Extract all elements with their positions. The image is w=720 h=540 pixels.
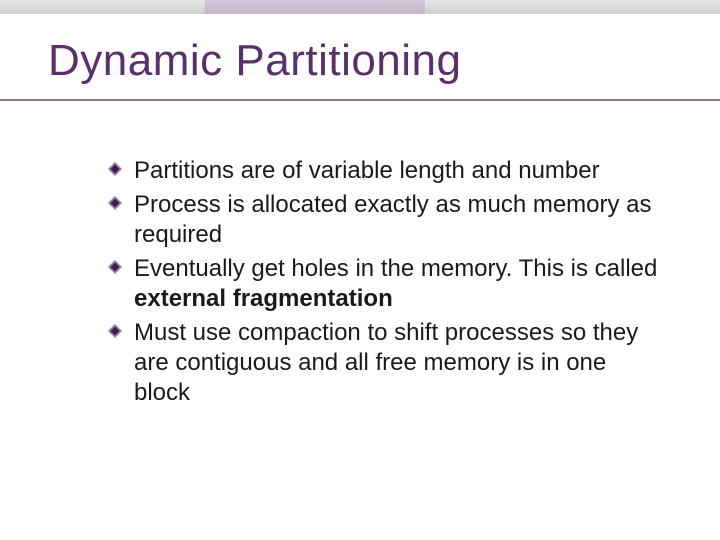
diamond-bullet-icon [108, 196, 122, 210]
bullet-text-bold: external fragmentation [134, 285, 393, 312]
slide-body: Partitions are of variable length and nu… [108, 156, 660, 412]
diamond-bullet-icon [108, 162, 122, 176]
bullet-text: Must use compaction to shift processes s… [134, 319, 638, 406]
slide-title: Dynamic Partitioning [48, 36, 462, 86]
bullet-text: Partitions are of variable length and nu… [134, 157, 600, 184]
diamond-bullet-icon [108, 324, 122, 338]
diamond-bullet-icon [108, 260, 122, 274]
slide: Dynamic Partitioning Partitions are of v… [0, 0, 720, 540]
bullet-item: Must use compaction to shift processes s… [108, 318, 660, 408]
bullet-item: Process is allocated exactly as much mem… [108, 190, 660, 250]
bullet-text: Eventually get holes in the memory. This… [134, 255, 657, 282]
bullet-item: Partitions are of variable length and nu… [108, 156, 660, 186]
decorative-top-stripe [0, 0, 720, 14]
title-underline [0, 99, 720, 101]
bullet-text: Process is allocated exactly as much mem… [134, 191, 652, 248]
bullet-item: Eventually get holes in the memory. This… [108, 254, 660, 314]
